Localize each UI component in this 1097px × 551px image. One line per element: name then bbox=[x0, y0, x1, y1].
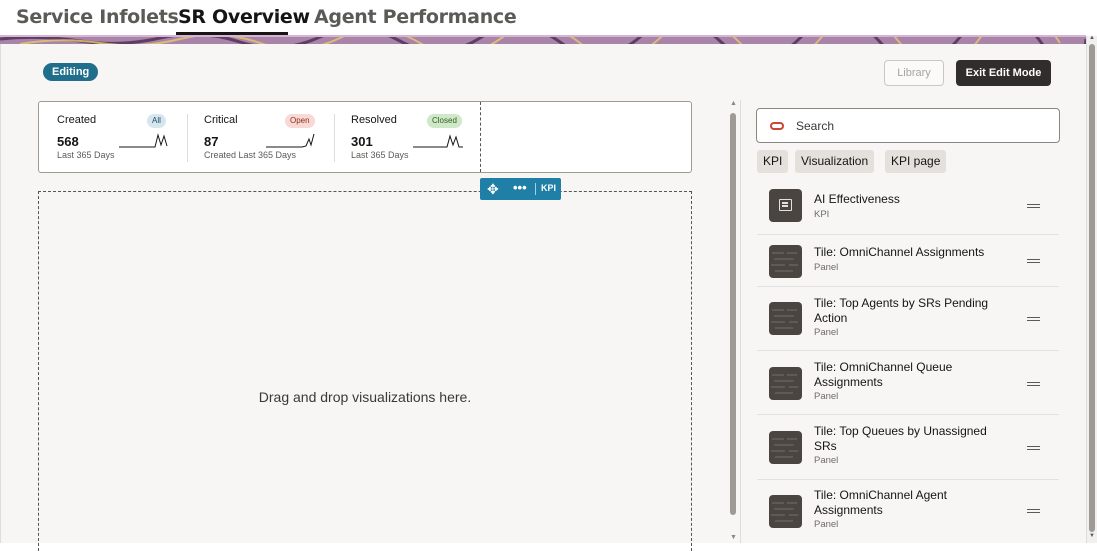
kpi-created[interactable]: Created All 568 Last 365 Days bbox=[57, 102, 185, 172]
drag-handle-icon[interactable] bbox=[1027, 382, 1040, 386]
kpi-title: Resolved bbox=[351, 114, 397, 126]
item-name: Tile: OmniChannel Queue Assignments bbox=[814, 360, 953, 389]
panel-thumbnail bbox=[769, 367, 802, 400]
kpi-value: 87 bbox=[204, 134, 219, 149]
decorative-banner bbox=[0, 35, 1086, 44]
tab-sr-overview[interactable]: SR Overview bbox=[178, 6, 310, 28]
dashboard-editor: Editing Library Exit Edit Mode Created A… bbox=[0, 44, 1086, 551]
filter-chip-kpi[interactable]: KPI bbox=[757, 150, 789, 173]
panel-thumbnail bbox=[769, 495, 802, 528]
more-icon[interactable]: ••• bbox=[513, 180, 527, 195]
page-scrollbar[interactable]: ▲ ▼ bbox=[1086, 35, 1097, 543]
canvas-scrollbar[interactable]: ▲ ▼ bbox=[728, 100, 738, 543]
kpi-subtitle: Created Last 365 Days bbox=[204, 150, 297, 160]
dropzone-hint: Drag and drop visualizations here. bbox=[258, 389, 472, 405]
kpi-filter-pill: Open bbox=[285, 114, 315, 128]
kpi-value: 301 bbox=[351, 134, 373, 149]
list-item[interactable]: AI Effectiveness KPI bbox=[757, 177, 1059, 235]
filter-chip-kpi-page[interactable]: KPI page bbox=[885, 150, 947, 173]
kpi-title: Critical bbox=[204, 114, 238, 126]
editing-badge: Editing bbox=[43, 63, 99, 81]
sparkline-icon bbox=[119, 133, 168, 148]
list-item[interactable]: Tile: OmniChannel Assignments Panel bbox=[757, 235, 1059, 287]
list-item[interactable]: Tile: Top Queues by Unassigned SRs Panel bbox=[757, 415, 1059, 480]
scroll-thumb[interactable] bbox=[1089, 44, 1095, 532]
kpi-divider bbox=[187, 114, 188, 162]
kpi-title: Created bbox=[57, 114, 97, 126]
panel-thumbnail bbox=[769, 302, 802, 335]
list-item[interactable]: Tile: OmniChannel Queue Assignments Pane… bbox=[757, 351, 1059, 415]
item-type: Panel bbox=[814, 327, 839, 338]
kpi-resolved[interactable]: Resolved Closed 301 Last 365 Days bbox=[351, 102, 479, 172]
scroll-thumb[interactable] bbox=[730, 113, 736, 515]
tile-type-label: KPI bbox=[541, 183, 557, 193]
panel-thumbnail bbox=[769, 431, 802, 464]
panel-thumbnail bbox=[769, 245, 802, 278]
list-item[interactable]: Tile: OmniChannel Agent Assignments Pane… bbox=[757, 480, 1059, 543]
tile-insert-guide bbox=[480, 102, 481, 172]
sparkline-icon bbox=[266, 133, 315, 148]
kpi-critical[interactable]: Critical Open 87 Created Last 365 Days bbox=[204, 102, 332, 172]
scroll-down-icon[interactable]: ▼ bbox=[1089, 533, 1095, 539]
kpi-filter-pill: Closed bbox=[427, 114, 462, 128]
item-type: Panel bbox=[814, 391, 839, 402]
item-name: Tile: OmniChannel Assignments bbox=[814, 245, 985, 259]
kpi-subtitle: Last 365 Days bbox=[351, 150, 409, 160]
item-type: Panel bbox=[814, 519, 839, 530]
exit-edit-mode-button[interactable]: Exit Edit Mode bbox=[956, 60, 1051, 86]
kpi-tile[interactable]: Created All 568 Last 365 Days Critical O… bbox=[38, 101, 692, 173]
tile-toolbar: ✥ ••• KPI bbox=[480, 178, 561, 200]
item-name: Tile: OmniChannel Agent Assignments bbox=[814, 488, 947, 517]
scroll-up-icon[interactable]: ▲ bbox=[1089, 35, 1095, 41]
item-type: Panel bbox=[814, 262, 839, 273]
item-type: Panel bbox=[814, 455, 839, 466]
sparkline-icon bbox=[413, 134, 463, 148]
drag-handle-icon[interactable] bbox=[1027, 204, 1040, 208]
tab-bar: Service Infolets SR Overview Agent Perfo… bbox=[0, 0, 1097, 36]
kpi-icon bbox=[769, 189, 802, 222]
scroll-down-icon[interactable]: ▼ bbox=[730, 534, 737, 541]
drag-handle-icon[interactable] bbox=[1027, 259, 1040, 263]
kpi-value: 568 bbox=[57, 134, 79, 149]
tab-service-infolets[interactable]: Service Infolets bbox=[16, 6, 179, 28]
drag-handle-icon[interactable] bbox=[1027, 446, 1040, 450]
item-name: Tile: Top Agents by SRs Pending Action bbox=[814, 296, 989, 325]
library-search[interactable] bbox=[756, 108, 1060, 143]
filter-chip-visualization[interactable]: Visualization bbox=[795, 150, 875, 173]
item-name: AI Effectiveness bbox=[814, 192, 900, 206]
scroll-up-icon[interactable]: ▲ bbox=[730, 100, 737, 107]
oracle-search-icon bbox=[770, 122, 784, 130]
drag-handle-icon[interactable] bbox=[1027, 509, 1040, 513]
visualization-dropzone[interactable]: Drag and drop visualizations here. bbox=[38, 191, 692, 551]
panel-divider bbox=[740, 100, 741, 543]
kpi-filter-pill: All bbox=[147, 114, 166, 128]
item-type: KPI bbox=[814, 209, 830, 220]
item-name: Tile: Top Queues by Unassigned SRs bbox=[814, 424, 987, 453]
list-item[interactable]: Tile: Top Agents by SRs Pending Action P… bbox=[757, 287, 1059, 351]
search-input[interactable] bbox=[796, 118, 1046, 134]
tab-agent-performance[interactable]: Agent Performance bbox=[314, 6, 517, 28]
toolbar-separator bbox=[535, 183, 536, 195]
library-button[interactable]: Library bbox=[884, 60, 944, 86]
move-icon[interactable]: ✥ bbox=[487, 181, 499, 197]
kpi-divider bbox=[334, 114, 335, 162]
drag-handle-icon[interactable] bbox=[1027, 317, 1040, 321]
kpi-subtitle: Last 365 Days bbox=[57, 150, 115, 160]
